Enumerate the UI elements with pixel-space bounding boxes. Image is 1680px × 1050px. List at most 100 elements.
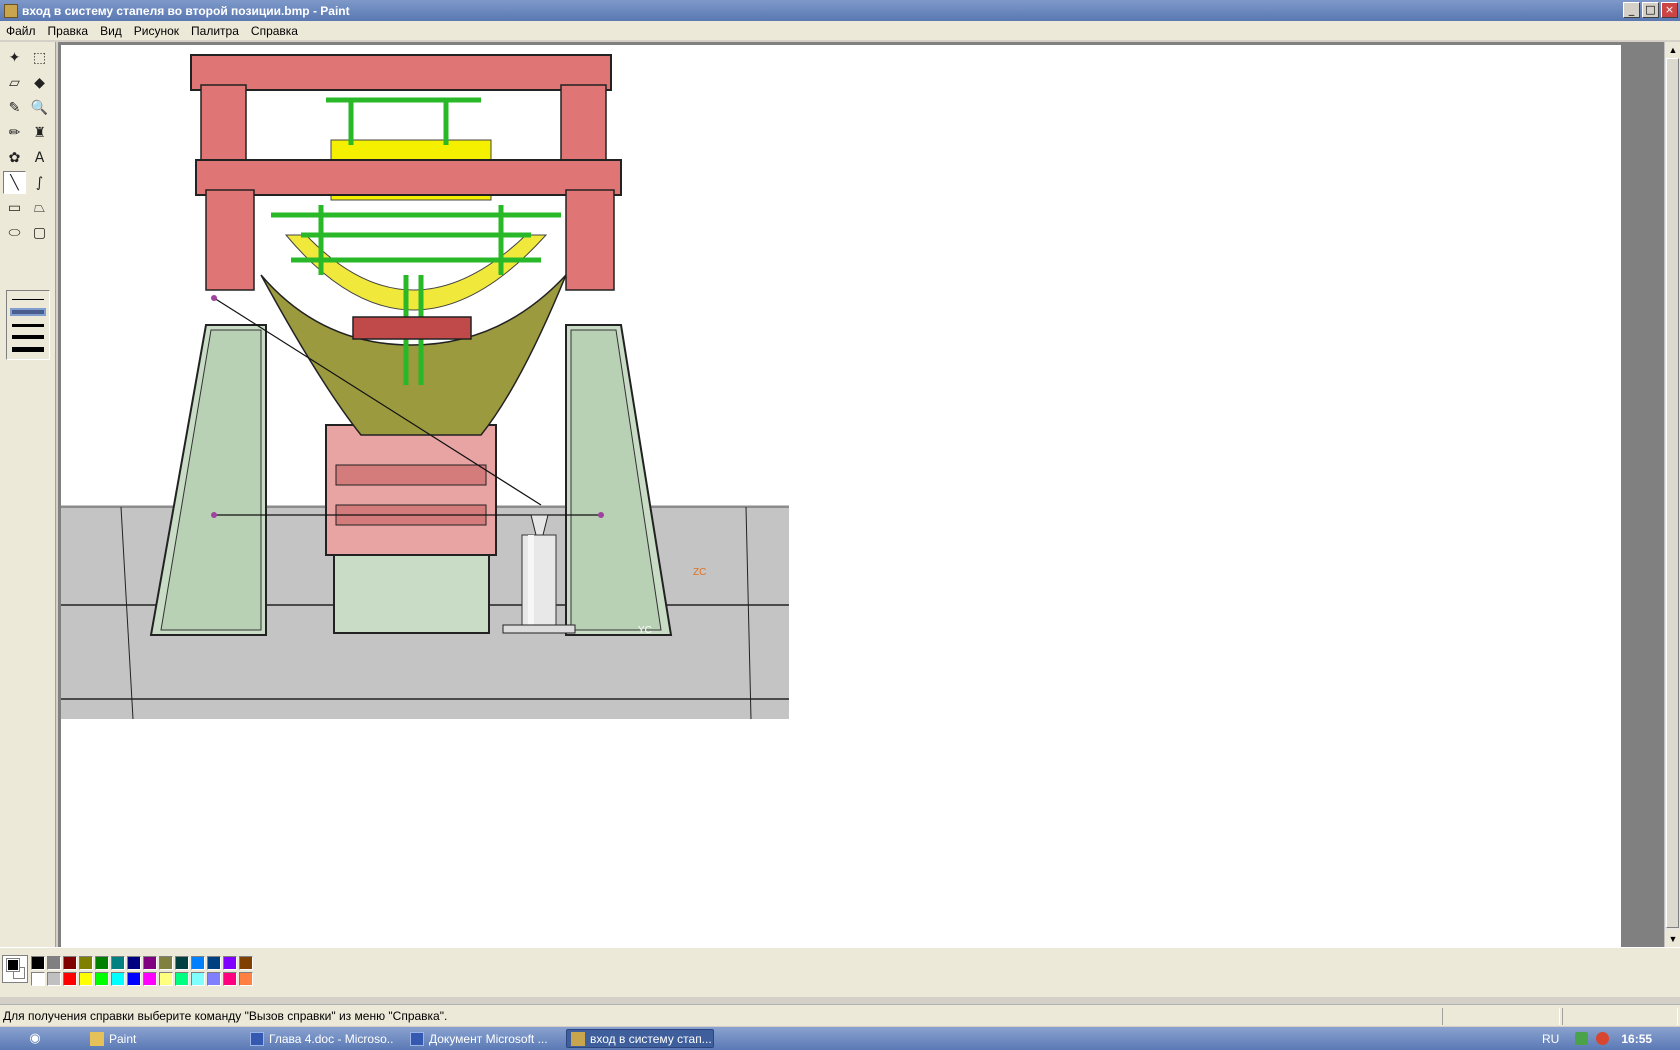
palette-swatch[interactable] — [159, 972, 173, 986]
canvas-area: ZC YC — [58, 42, 1664, 948]
menu-image[interactable]: Рисунок — [128, 24, 185, 38]
palette-swatch[interactable] — [207, 972, 221, 986]
eraser-icon[interactable]: ▱ — [3, 71, 26, 94]
palette-swatch[interactable] — [79, 956, 93, 970]
folder-icon — [90, 1031, 104, 1046]
palette-swatch[interactable] — [31, 972, 45, 986]
palette-swatch[interactable] — [127, 972, 141, 986]
system-tray: RU 16:55 — [1542, 1027, 1652, 1050]
line-width-2[interactable] — [10, 308, 46, 316]
rounded-rect-icon[interactable]: ▢ — [28, 221, 51, 244]
scrollbar-thumb[interactable] — [1666, 58, 1679, 928]
top-beam — [190, 54, 612, 91]
free-select-icon[interactable]: ✦ — [3, 46, 26, 69]
curve-icon[interactable]: ∫ — [28, 171, 51, 194]
current-colors-indicator[interactable] — [2, 955, 28, 983]
palette-swatch[interactable] — [207, 956, 221, 970]
rectangle-icon[interactable]: ▭ — [3, 196, 26, 219]
antivirus-icon[interactable] — [1596, 1032, 1610, 1045]
status-pane-coords — [1442, 1008, 1560, 1025]
minimize-button[interactable]: _ — [1623, 2, 1640, 18]
palette-swatch[interactable] — [191, 956, 205, 970]
palette-swatch[interactable] — [111, 956, 125, 970]
palette-swatch[interactable] — [143, 972, 157, 986]
rect-select-icon[interactable]: ⬚ — [28, 46, 51, 69]
palette-swatch[interactable] — [31, 956, 45, 970]
menu-edit[interactable]: Правка — [42, 24, 95, 38]
scroll-down-arrow-icon[interactable]: ▼ — [1665, 931, 1680, 947]
paint-icon — [571, 1031, 585, 1046]
drawing-canvas[interactable]: ZC YC — [61, 45, 1621, 948]
palette-swatch[interactable] — [63, 972, 77, 986]
line-width-1[interactable] — [12, 299, 44, 300]
brush-icon[interactable]: ♜ — [28, 121, 51, 144]
status-text: Для получения справки выберите команду "… — [3, 1008, 448, 1023]
menu-bar: Файл Правка Вид Рисунок Палитра Справка — [0, 21, 1680, 40]
magnifier-icon[interactable]: 🔍 — [28, 96, 51, 119]
palette-swatch[interactable] — [47, 956, 61, 970]
toolbox: ✦ ⬚ ▱ ◆ ✎ 🔍 ✏ ♜ ✿ A ╲ ∫ ▭ ⏢ ⬭ ▢ — [0, 42, 56, 947]
language-indicator[interactable]: RU — [1542, 1032, 1559, 1046]
airbrush-icon[interactable]: ✿ — [3, 146, 26, 169]
menu-view[interactable]: Вид — [94, 24, 128, 38]
middle-beam — [195, 159, 622, 196]
taskbar-item-paint-folder[interactable]: Paint — [86, 1029, 234, 1048]
vertical-scrollbar[interactable]: ▲ ▼ — [1664, 42, 1680, 947]
palette-swatch[interactable] — [143, 956, 157, 970]
menu-help[interactable]: Справка — [245, 24, 304, 38]
base-block — [333, 552, 490, 634]
palette-swatch[interactable] — [175, 972, 189, 986]
palette-swatch[interactable] — [159, 956, 173, 970]
ellipse-icon[interactable]: ⬭ — [3, 221, 26, 244]
word-icon — [410, 1031, 424, 1046]
menu-colors[interactable]: Палитра — [185, 24, 245, 38]
palette-swatch[interactable] — [127, 956, 141, 970]
line-width-3[interactable] — [12, 324, 44, 327]
palette-swatch[interactable] — [223, 972, 237, 986]
status-pane-size — [1562, 1008, 1678, 1025]
line-icon[interactable]: ╲ — [3, 171, 26, 194]
color-picker-icon[interactable]: ✎ — [3, 96, 26, 119]
window-title: вход в систему стапеля во второй позиции… — [22, 3, 350, 18]
menu-file[interactable]: Файл — [0, 24, 42, 38]
axis-label-zc: ZC — [693, 567, 706, 578]
center-column — [325, 424, 497, 556]
taskbar-item-paint-window[interactable]: вход в систему стап... — [566, 1029, 714, 1048]
line-width-4[interactable] — [12, 335, 44, 339]
close-button[interactable]: × — [1661, 2, 1678, 18]
foreground-color-swatch[interactable] — [6, 958, 20, 972]
palette-swatch[interactable] — [95, 956, 109, 970]
fill-icon[interactable]: ◆ — [28, 71, 51, 94]
red-plate — [352, 316, 472, 340]
palette-swatch[interactable] — [111, 972, 125, 986]
clock[interactable]: 16:55 — [1621, 1032, 1652, 1046]
line-width-5[interactable] — [12, 347, 44, 352]
color-palette-bar — [0, 947, 1680, 997]
network-icon[interactable] — [1575, 1032, 1589, 1045]
axis-label-yc: YC — [638, 625, 652, 636]
line-width-selector[interactable] — [6, 290, 50, 360]
paint-app-icon[interactable] — [4, 3, 18, 18]
palette-swatch[interactable] — [95, 972, 109, 986]
cad-drawing-image: ZC YC — [61, 54, 789, 719]
palette-swatch[interactable] — [79, 972, 93, 986]
scroll-up-arrow-icon[interactable]: ▲ — [1665, 42, 1680, 58]
yellow-arch — [284, 234, 548, 311]
palette-swatch[interactable] — [239, 972, 253, 986]
palette-swatch[interactable] — [239, 956, 253, 970]
text-icon[interactable]: A — [28, 146, 51, 169]
start-orb-icon[interactable]: ◉ — [22, 1029, 48, 1049]
palette-swatch[interactable] — [175, 956, 189, 970]
taskbar-item-glava4[interactable]: Глава 4.doc - Microso... — [246, 1029, 394, 1048]
palette-swatch[interactable] — [191, 972, 205, 986]
pencil-icon[interactable]: ✏ — [3, 121, 26, 144]
palette-swatch[interactable] — [223, 956, 237, 970]
polygon-icon[interactable]: ⏢ — [28, 196, 51, 219]
palette-swatch[interactable] — [63, 956, 77, 970]
maximize-button[interactable]: □ — [1642, 2, 1659, 18]
palette-swatch[interactable] — [47, 972, 61, 986]
word-icon — [250, 1031, 264, 1046]
taskbar: ◉ Paint Глава 4.doc - Microso... Докумен… — [0, 1027, 1680, 1050]
status-bar: Для получения справки выберите команду "… — [0, 1004, 1680, 1026]
taskbar-item-document[interactable]: Документ Microsoft ... — [406, 1029, 554, 1048]
